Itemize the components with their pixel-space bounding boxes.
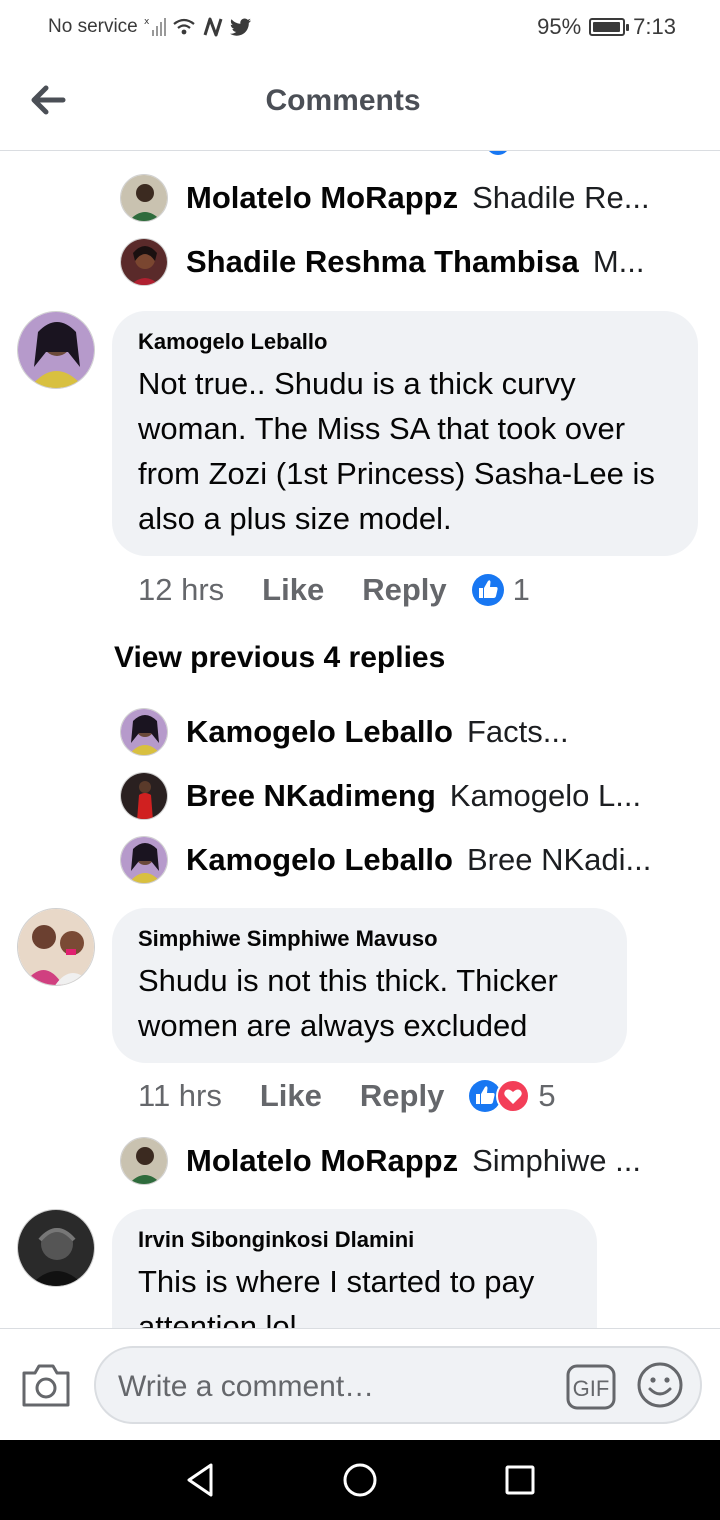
- avatar[interactable]: [120, 772, 168, 820]
- status-left: No service x: [48, 16, 252, 38]
- reply-row[interactable]: Shadile Reshma Thambisa M...: [120, 238, 680, 286]
- reply-button[interactable]: Reply: [362, 572, 446, 608]
- comments-header: Comments: [0, 56, 720, 151]
- reactions[interactable]: 5: [468, 1078, 556, 1114]
- system-nav-bar: [0, 1440, 720, 1520]
- reply-author[interactable]: Molatelo MoRappz: [186, 1143, 458, 1179]
- comment-text: Shudu is not this thick. Thicker women a…: [138, 963, 558, 1043]
- reply-row[interactable]: Kamogelo Leballo Bree NKadi...: [120, 836, 680, 884]
- reaction-count: 5: [538, 1078, 556, 1113]
- avatar[interactable]: [120, 1137, 168, 1185]
- comment-text: This is where I started to pay attention…: [138, 1264, 535, 1328]
- thumbs-up-icon: [471, 574, 504, 606]
- reply-row[interactable]: Molatelo MoRappz Shadile Re...: [120, 174, 680, 222]
- twitter-icon: [229, 18, 252, 36]
- svg-text:x: x: [144, 17, 150, 27]
- avatar[interactable]: [17, 311, 95, 389]
- camera-icon: [22, 1364, 70, 1407]
- reply-preview[interactable]: Shadile Re...: [472, 180, 680, 216]
- signal-icon: x: [144, 16, 166, 38]
- avatar[interactable]: [120, 238, 168, 286]
- battery-fill: [593, 22, 620, 32]
- comments-list[interactable]: Molatelo MoRappz Shadile Re... Shadile R…: [0, 151, 720, 1328]
- comment-composer: Write a comment… GIF: [0, 1328, 720, 1440]
- battery-percent: 95%: [537, 14, 582, 39]
- comment-author[interactable]: Kamogelo Leballo: [138, 329, 672, 355]
- wifi-icon: [172, 17, 196, 37]
- triangle-back-icon: [187, 1463, 213, 1497]
- reply-preview[interactable]: Bree NKadi...: [467, 842, 680, 878]
- comment-time: 11 hrs: [138, 1078, 222, 1113]
- reply-author[interactable]: Kamogelo Leballo: [186, 842, 453, 878]
- heart-icon: [496, 1079, 531, 1113]
- avatar[interactable]: [17, 1209, 95, 1287]
- circle-home-icon: [343, 1463, 377, 1497]
- status-bar: No service x 95% 7:13: [0, 0, 720, 56]
- camera-button[interactable]: [20, 1361, 72, 1409]
- comment-bubble[interactable]: Kamogelo Leballo Not true.. Shudu is a t…: [112, 311, 698, 556]
- gif-label: GIF: [573, 1376, 610, 1401]
- square-recents-icon: [505, 1465, 535, 1495]
- reply-row[interactable]: Kamogelo Leballo Facts...: [120, 708, 680, 756]
- comment-time: 12 hrs: [138, 572, 225, 607]
- comment-input-placeholder: Write a comment…: [118, 1370, 375, 1403]
- clipped-reaction-remnant: [489, 151, 507, 155]
- comment-text: Not true.. Shudu is a thick curvy woman.…: [138, 366, 655, 536]
- comment-actions: 11 hrs Like Reply 5: [138, 1078, 556, 1114]
- emoji-button[interactable]: [636, 1361, 684, 1409]
- reactions[interactable]: 1: [471, 572, 530, 608]
- comment-author[interactable]: Irvin Sibonginkosi Dlamini: [138, 1227, 571, 1253]
- nav-home-button[interactable]: [340, 1460, 380, 1500]
- reply-row[interactable]: Molatelo MoRappz Simphiwe ...: [120, 1137, 680, 1185]
- status-right: 95% 7:13: [537, 14, 676, 40]
- reply-preview[interactable]: Simphiwe ...: [472, 1143, 680, 1179]
- reply-button[interactable]: Reply: [360, 1078, 444, 1114]
- nav-back-button[interactable]: [180, 1460, 220, 1500]
- clock: 7:13: [633, 14, 676, 39]
- avatar[interactable]: [17, 908, 95, 986]
- comment-bubble[interactable]: Irvin Sibonginkosi Dlamini This is where…: [112, 1209, 597, 1328]
- comment-bubble[interactable]: Simphiwe Simphiwe Mavuso Shudu is not th…: [112, 908, 627, 1063]
- view-previous-replies-link[interactable]: View previous 4 replies: [114, 641, 445, 675]
- battery-icon: [589, 18, 630, 36]
- reaction-count: 1: [512, 572, 530, 607]
- smiley-icon: [637, 1362, 683, 1408]
- avatar[interactable]: [120, 836, 168, 884]
- like-button[interactable]: Like: [260, 1078, 322, 1114]
- like-button[interactable]: Like: [262, 572, 324, 608]
- comment-author[interactable]: Simphiwe Simphiwe Mavuso: [138, 926, 601, 952]
- reply-preview[interactable]: Facts...: [467, 714, 680, 750]
- reply-row[interactable]: Bree NKadimeng Kamogelo L...: [120, 772, 680, 820]
- comment-actions: 12 hrs Like Reply 1: [138, 572, 530, 608]
- carrier-text: No service: [48, 16, 138, 37]
- avatar[interactable]: [120, 708, 168, 756]
- gif-icon: GIF: [566, 1364, 616, 1410]
- avatar[interactable]: [120, 174, 168, 222]
- nfc-icon: [202, 17, 224, 37]
- gif-button[interactable]: GIF: [566, 1364, 616, 1410]
- nav-recents-button[interactable]: [500, 1460, 540, 1500]
- reply-author[interactable]: Bree NKadimeng: [186, 778, 436, 814]
- reply-author[interactable]: Kamogelo Leballo: [186, 714, 453, 750]
- reply-preview[interactable]: Kamogelo L...: [450, 778, 680, 814]
- reply-preview[interactable]: M...: [593, 244, 680, 280]
- reply-author[interactable]: Molatelo MoRappz: [186, 180, 458, 216]
- page-title: Comments: [265, 84, 421, 117]
- reply-author[interactable]: Shadile Reshma Thambisa: [186, 244, 579, 280]
